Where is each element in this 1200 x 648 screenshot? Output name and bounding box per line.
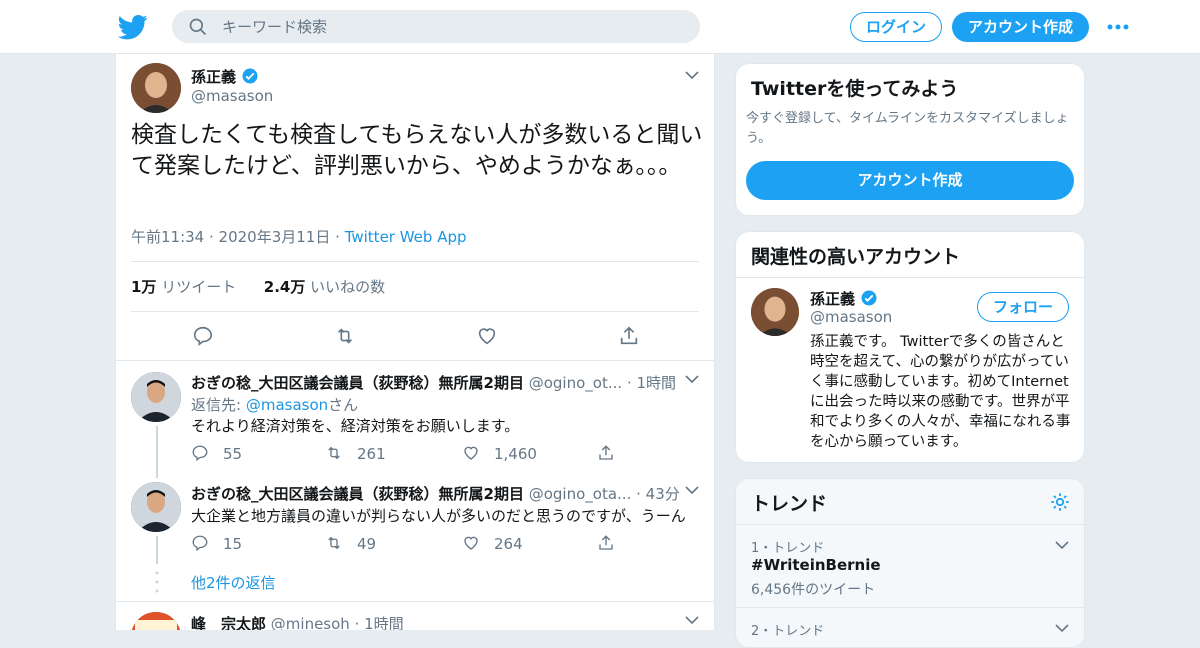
like-icon bbox=[464, 446, 478, 460]
reply-author-name[interactable]: おぎの稔_大田区議会議員（荻野稔）無所属2期目 bbox=[191, 374, 524, 392]
reply-avatar[interactable] bbox=[131, 372, 181, 422]
reply-retweet-action[interactable]: 261 bbox=[325, 444, 386, 463]
reply-header: おぎの稔_大田区議会議員（荻野稔）無所属2期目 @ogino_ot... · 1… bbox=[191, 372, 676, 393]
reply-header: おぎの稔_大田区議会議員（荻野稔）無所属2期目 @ogino_ota... · … bbox=[191, 483, 680, 504]
reply-to-line: 返信先: @masasonさん bbox=[191, 396, 359, 414]
share-icon bbox=[599, 535, 613, 550]
reply-text: それより経済対策を、経済対策をお願いします。 bbox=[191, 417, 520, 435]
meta-separator: · bbox=[335, 228, 340, 246]
like-stat[interactable]: 2.4万 いいねの数 bbox=[264, 278, 385, 296]
signup-card-button[interactable]: アカウント作成 bbox=[746, 161, 1074, 200]
chevron-down-icon[interactable] bbox=[1055, 623, 1069, 633]
reply-time[interactable]: · 43分 bbox=[636, 485, 680, 503]
share-icon[interactable] bbox=[618, 325, 640, 347]
reply-share-action[interactable] bbox=[597, 534, 629, 553]
reply-time[interactable]: · 1時間 bbox=[627, 374, 676, 392]
reply-author-name[interactable]: 峰 宗太郎 bbox=[191, 615, 266, 630]
thread-dots bbox=[155, 571, 159, 593]
retweet-icon bbox=[328, 446, 340, 460]
author-handle[interactable]: @masason bbox=[191, 87, 273, 105]
divider bbox=[116, 601, 714, 602]
search-box[interactable] bbox=[172, 10, 700, 43]
tweet-stats: 1万 リツイート 2.4万 いいねの数 bbox=[131, 276, 385, 297]
signup-card-description: 今すぐ登録して、タイムラインをカスタマイズしましょう。 bbox=[746, 111, 1069, 146]
reply-avatar[interactable] bbox=[131, 482, 181, 532]
tweet-timestamp[interactable]: 午前11:34 · 2020年3月11日 bbox=[131, 228, 330, 246]
reply-author-handle[interactable]: @ogino_ota... bbox=[529, 485, 632, 503]
relevant-card-title: 関連性の高いアカウント bbox=[751, 246, 961, 268]
show-more-replies-link[interactable]: 他2件の返信 bbox=[191, 572, 276, 593]
reply-reply-action[interactable]: 55 bbox=[191, 444, 242, 463]
retweet-stat[interactable]: 1万 リツイート bbox=[131, 278, 236, 296]
reply-share-action[interactable] bbox=[597, 444, 629, 463]
relevant-avatar[interactable] bbox=[751, 288, 799, 336]
author-avatar[interactable] bbox=[131, 63, 181, 113]
relevant-accounts-card: 関連性の高いアカウント 孫正義 @masason フォロー 孫正義です。 Twi… bbox=[735, 231, 1085, 463]
trend-rank: 1・トレンド bbox=[751, 541, 825, 556]
reply-retweet-action[interactable]: 49 bbox=[325, 534, 376, 553]
reply-reply-action[interactable]: 15 bbox=[191, 534, 242, 553]
reply-author-name[interactable]: おぎの稔_大田区議会議員（荻野稔）無所属2期目 bbox=[191, 485, 524, 503]
signup-card: Twitterを使ってみよう 今すぐ登録して、タイムラインをカスタマイズしましょ… bbox=[735, 63, 1085, 216]
reply-text: 大企業と地方議員の違いが判らない人が多いのだと思うのですが、うーん bbox=[191, 507, 686, 525]
reply-author-handle[interactable]: @ogino_ot... bbox=[529, 374, 622, 392]
trend-count: 6,456件のツイート bbox=[751, 582, 876, 598]
main-timeline: 孫正義 @masason 検査したくても検査してもらえない人が多数いると聞いて発… bbox=[115, 54, 715, 630]
chevron-down-icon[interactable] bbox=[685, 615, 699, 625]
thread-line bbox=[156, 536, 158, 564]
signup-card-title: Twitterを使ってみよう bbox=[751, 78, 959, 100]
relevant-name[interactable]: 孫正義 bbox=[810, 290, 855, 308]
retweet-icon[interactable] bbox=[334, 325, 356, 347]
reply-author-handle[interactable]: @minesoh bbox=[271, 615, 350, 630]
signup-button[interactable]: アカウント作成 bbox=[952, 12, 1089, 42]
divider bbox=[116, 360, 714, 361]
reply-icon bbox=[192, 535, 208, 552]
divider bbox=[131, 311, 699, 312]
twitter-logo-icon[interactable] bbox=[118, 12, 148, 42]
chevron-down-icon[interactable] bbox=[685, 485, 699, 495]
gear-icon[interactable] bbox=[1049, 491, 1071, 513]
divider bbox=[131, 261, 699, 262]
trend-item[interactable]: 2・トレンド bbox=[736, 608, 1084, 647]
divider bbox=[736, 277, 1084, 278]
reply-to-handle-link[interactable]: @masason bbox=[246, 396, 328, 414]
trend-item[interactable]: 1・トレンド #WriteinBernie 6,456件のツイート bbox=[736, 525, 1084, 607]
retweet-icon bbox=[328, 536, 340, 550]
verified-badge-icon bbox=[861, 290, 877, 306]
chevron-down-icon[interactable] bbox=[685, 70, 699, 80]
share-icon bbox=[599, 445, 613, 460]
like-icon bbox=[464, 536, 478, 550]
reply-icon bbox=[192, 445, 208, 462]
trend-name[interactable]: #WriteinBernie bbox=[751, 556, 881, 574]
more-icon[interactable] bbox=[1106, 18, 1130, 36]
tweet-source-link[interactable]: Twitter Web App bbox=[345, 228, 467, 246]
chevron-down-icon[interactable] bbox=[1055, 540, 1069, 550]
reply-like-action[interactable]: 1,460 bbox=[462, 444, 537, 463]
relevant-handle[interactable]: @masason bbox=[810, 308, 892, 326]
tweet-meta: 午前11:34 · 2020年3月11日 · Twitter Web App bbox=[131, 226, 467, 247]
relevant-bio: 孫正義です。 Twitterで多くの皆さんと時空を超えて、心の繋がりが広がってい… bbox=[810, 334, 1071, 450]
trends-title: トレンド bbox=[751, 493, 828, 515]
tweet-text: 検査したくても検査してもらえない人が多数いると聞いて発案したけど、評判悪いから、… bbox=[131, 122, 703, 179]
search-icon bbox=[189, 18, 207, 36]
reply-avatar[interactable] bbox=[131, 612, 181, 630]
reply-header: 峰 宗太郎 @minesoh · 1時間 bbox=[191, 613, 404, 630]
trends-card: トレンド 1・トレンド #WriteinBernie 6,456件のツイート 2… bbox=[735, 478, 1085, 648]
top-bar: ログイン アカウント作成 bbox=[0, 0, 1200, 54]
login-button[interactable]: ログイン bbox=[850, 12, 942, 42]
reply-like-action[interactable]: 264 bbox=[462, 534, 523, 553]
like-icon[interactable] bbox=[476, 325, 498, 347]
thread-line bbox=[156, 426, 158, 478]
reply-icon[interactable] bbox=[192, 325, 214, 347]
reply-time[interactable]: · 1時間 bbox=[355, 615, 404, 630]
follow-button[interactable]: フォロー bbox=[977, 292, 1069, 322]
chevron-down-icon[interactable] bbox=[685, 374, 699, 384]
search-input[interactable] bbox=[222, 10, 682, 43]
author-name[interactable]: 孫正義 bbox=[191, 68, 236, 86]
verified-badge-icon bbox=[242, 68, 258, 84]
